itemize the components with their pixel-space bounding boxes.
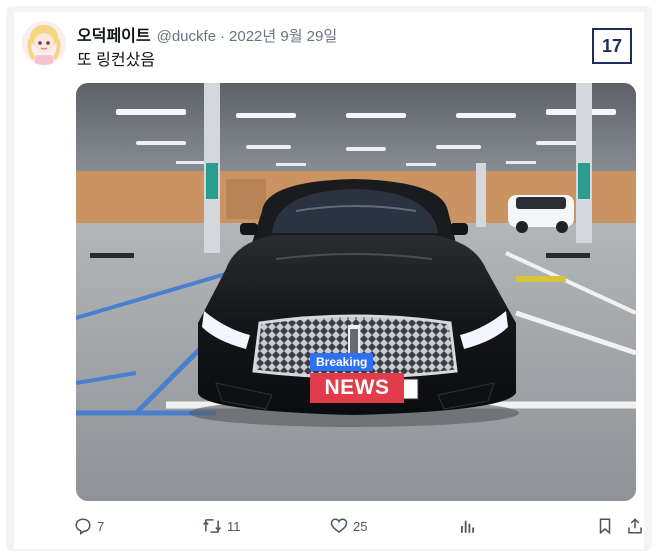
tweet-header: 오덕페이트 @duckfe · 2022년 9월 29일 [77, 22, 337, 46]
tweet-date[interactable]: 2022년 9월 29일 [229, 25, 337, 46]
retweet-button[interactable]: 11 [202, 512, 241, 540]
user-handle[interactable]: @duckfe [157, 28, 216, 45]
separator-dot: · [220, 28, 226, 45]
retweet-count: 11 [227, 518, 241, 534]
bookmark-button[interactable] [596, 512, 614, 540]
like-button[interactable]: 25 [330, 512, 367, 540]
analytics-icon [458, 517, 476, 535]
breaking-label: Breaking [310, 353, 374, 371]
parking-garage-photo [76, 83, 636, 501]
reply-icon [74, 517, 92, 535]
number-badge: 17 [592, 28, 632, 64]
tweet-photo[interactable]: Breaking NEWS [76, 83, 636, 501]
reply-button[interactable]: 7 [74, 512, 104, 540]
share-button[interactable] [626, 512, 644, 540]
avatar[interactable] [22, 21, 66, 65]
views-button[interactable] [458, 512, 481, 540]
bookmark-icon [596, 517, 614, 535]
retweet-icon [202, 517, 222, 535]
share-icon [626, 517, 644, 535]
heart-icon [330, 517, 348, 535]
tweet-card[interactable]: 오덕페이트 @duckfe · 2022년 9월 29일 또 링컨샀음 17 B… [14, 12, 644, 549]
tweet-text: 또 링컨샀음 [77, 52, 156, 69]
like-count: 25 [353, 518, 368, 534]
action-bar: 7 11 25 [74, 512, 642, 540]
display-name[interactable]: 오덕페이트 [77, 22, 151, 46]
news-label: NEWS [310, 373, 404, 403]
reply-count: 7 [97, 518, 105, 534]
